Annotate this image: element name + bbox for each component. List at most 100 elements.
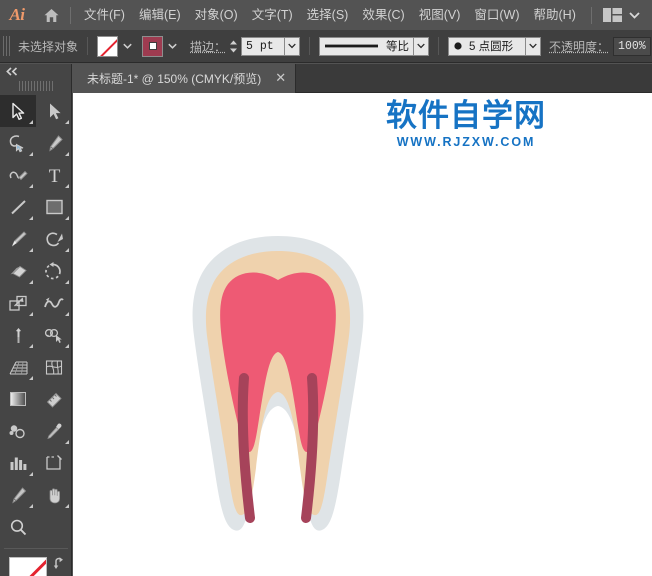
menu-help[interactable]: 帮助(H) bbox=[527, 5, 583, 26]
stroke-profile-label: 等比 bbox=[386, 38, 409, 54]
shape-builder-tool[interactable] bbox=[36, 319, 72, 351]
tool-corner-marker bbox=[65, 280, 69, 284]
hand-tool[interactable] bbox=[36, 479, 72, 511]
eraser-tool[interactable] bbox=[0, 255, 36, 287]
chevron-down-icon[interactable] bbox=[627, 6, 648, 24]
curvature-tool[interactable] bbox=[0, 159, 36, 191]
menu-window[interactable]: 窗口(W) bbox=[467, 5, 526, 26]
zoom-tool[interactable] bbox=[0, 511, 36, 543]
control-divider-2 bbox=[309, 37, 310, 55]
magic-wand-tool[interactable] bbox=[0, 127, 36, 159]
scale-tool[interactable] bbox=[0, 287, 36, 319]
tools-panel-grip[interactable] bbox=[19, 81, 53, 91]
menubar-divider-right bbox=[591, 7, 592, 24]
column-graph-tool[interactable] bbox=[0, 447, 36, 479]
measure-tool[interactable] bbox=[36, 383, 72, 415]
type-tool[interactable]: T bbox=[36, 159, 72, 191]
pen-tool[interactable] bbox=[36, 127, 72, 159]
tool-corner-marker bbox=[65, 152, 69, 156]
direct-selection-tool[interactable] bbox=[36, 95, 72, 127]
document-tab-bar: 未标题-1* @ 150% (CMYK/预览) ✕ bbox=[73, 64, 652, 93]
stroke-weight-stepper[interactable] bbox=[228, 39, 239, 54]
tool-corner-marker bbox=[65, 184, 69, 188]
tool-corner-marker bbox=[29, 344, 33, 348]
brush-definition-combo[interactable]: 5 点圆形 bbox=[448, 37, 526, 56]
free-transform-tool[interactable] bbox=[0, 319, 36, 351]
collapse-double-chevron-icon[interactable] bbox=[0, 64, 71, 78]
tool-corner-marker bbox=[29, 504, 33, 508]
stroke-weight-dropdown[interactable] bbox=[285, 37, 300, 56]
document-tab[interactable]: 未标题-1* @ 150% (CMYK/预览) ✕ bbox=[73, 64, 296, 93]
tool-corner-marker bbox=[65, 312, 69, 316]
paintbrush-tool[interactable] bbox=[0, 223, 36, 255]
selection-tool[interactable] bbox=[0, 95, 36, 127]
stroke-weight-label[interactable]: 描边： bbox=[190, 38, 226, 55]
tool-corner-marker bbox=[65, 216, 69, 220]
menu-object[interactable]: 对象(O) bbox=[188, 5, 245, 26]
stroke-dropdown-arrow[interactable] bbox=[164, 36, 180, 57]
control-divider-3 bbox=[438, 37, 439, 55]
rotate-tool[interactable] bbox=[36, 255, 72, 287]
brush-definition-label: 5 点圆形 bbox=[469, 38, 513, 54]
tool-corner-marker bbox=[29, 376, 33, 380]
tool-corner-marker bbox=[65, 120, 69, 124]
tool-corner-marker bbox=[65, 504, 69, 508]
document-tab-label: 未标题-1* @ 150% (CMYK/预览) bbox=[87, 70, 261, 87]
tool-corner-marker bbox=[65, 440, 69, 444]
tooth-illustration[interactable] bbox=[178, 218, 378, 553]
stroke-profile-combo[interactable]: 等比 bbox=[319, 37, 414, 56]
tool-corner-marker bbox=[65, 344, 69, 348]
perspective-grid-tool[interactable] bbox=[0, 351, 36, 383]
tools-divider bbox=[4, 548, 68, 549]
menu-file[interactable]: 文件(F) bbox=[77, 5, 132, 26]
fill-dropdown-arrow[interactable] bbox=[119, 36, 135, 57]
fill-swatch-none[interactable] bbox=[9, 557, 47, 576]
menu-type[interactable]: 文字(T) bbox=[245, 5, 300, 26]
gradient-tool[interactable] bbox=[0, 383, 36, 415]
opacity-label[interactable]: 不透明度： bbox=[549, 38, 609, 55]
tool-corner-marker bbox=[29, 184, 33, 188]
tool-corner-marker bbox=[29, 216, 33, 220]
menu-view[interactable]: 视图(V) bbox=[412, 5, 468, 26]
canvas-artboard[interactable]: 软件自学网 WWW.RJZXW.COM bbox=[73, 93, 652, 576]
control-bar-grip[interactable] bbox=[3, 36, 12, 56]
blend-tool[interactable] bbox=[0, 415, 36, 447]
mesh-tool[interactable] bbox=[36, 351, 72, 383]
shaper-tool[interactable] bbox=[36, 223, 72, 255]
menu-select[interactable]: 选择(S) bbox=[300, 5, 356, 26]
fill-stroke-widget bbox=[0, 554, 72, 576]
illustrator-window: Ai 文件(F) 编辑(E) 对象(O) 文字(T) 选择(S) 效果(C) 视… bbox=[0, 0, 652, 576]
watermark: 软件自学网 WWW.RJZXW.COM bbox=[386, 100, 546, 149]
menubar-right-group bbox=[589, 0, 648, 30]
app-logo: Ai bbox=[0, 0, 34, 30]
tool-corner-marker bbox=[29, 248, 33, 252]
menu-effect[interactable]: 效果(C) bbox=[355, 5, 411, 26]
tools-grid: T bbox=[0, 95, 72, 543]
tools-grid-filler bbox=[36, 511, 72, 543]
fill-color-swatch[interactable] bbox=[97, 36, 118, 57]
width-tool[interactable] bbox=[36, 287, 72, 319]
control-divider-1 bbox=[87, 37, 88, 55]
home-icon[interactable] bbox=[34, 0, 68, 30]
opacity-input[interactable]: 100% bbox=[613, 37, 651, 56]
watermark-title: 软件自学网 bbox=[386, 100, 546, 133]
menubar-divider bbox=[70, 7, 71, 24]
control-bar: 未选择对象 描边： 5 pt bbox=[0, 30, 652, 63]
tool-corner-marker bbox=[29, 472, 33, 476]
tool-corner-marker bbox=[29, 120, 33, 124]
menu-bar: Ai 文件(F) 编辑(E) 对象(O) 文字(T) 选择(S) 效果(C) 视… bbox=[0, 0, 652, 30]
close-icon[interactable]: ✕ bbox=[275, 72, 286, 85]
tools-panel: T bbox=[0, 64, 72, 576]
stroke-weight-input[interactable]: 5 pt bbox=[241, 37, 285, 56]
rectangle-tool[interactable] bbox=[36, 191, 72, 223]
swap-fill-stroke-icon[interactable] bbox=[53, 556, 68, 576]
eyedropper-tool[interactable] bbox=[36, 415, 72, 447]
stroke-color-swatch[interactable] bbox=[142, 36, 163, 57]
menu-edit[interactable]: 编辑(E) bbox=[132, 5, 188, 26]
artboard-tool[interactable] bbox=[36, 447, 72, 479]
line-segment-tool[interactable] bbox=[0, 191, 36, 223]
slice-tool[interactable] bbox=[0, 479, 36, 511]
brush-definition-dropdown[interactable] bbox=[526, 37, 541, 56]
stroke-profile-dropdown[interactable] bbox=[414, 37, 429, 56]
arrange-documents-icon[interactable] bbox=[598, 8, 627, 22]
